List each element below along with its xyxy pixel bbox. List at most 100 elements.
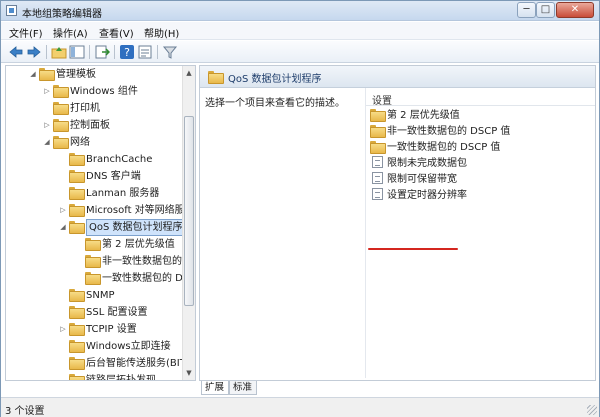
tree-item-network[interactable]: ◢ 网络: [42, 134, 90, 151]
details-header: QoS 数据包计划程序: [200, 66, 595, 88]
tree-item-label: 第 2 层优先级值: [102, 239, 175, 250]
window-title: 本地组策略编辑器: [22, 9, 102, 20]
folder-icon: [69, 288, 85, 302]
tree-item-label: SNMP: [86, 290, 115, 301]
setting-row-layer2-priority[interactable]: 第 2 层优先级值: [368, 108, 460, 124]
collapse-arrow-icon[interactable]: ◢: [58, 219, 68, 236]
tree-item-label: Microsoft 对等网络服务: [86, 205, 195, 216]
folder-icon: [69, 356, 85, 370]
tree-item-dns-client[interactable]: DNS 客户端: [58, 168, 141, 185]
description-text: 选择一个项目来查看它的描述。: [205, 98, 345, 109]
setting-row-limit-outstanding-packets[interactable]: 限制未完成数据包: [368, 156, 467, 172]
back-arrow-icon[interactable]: [8, 44, 24, 60]
main-window: 本地组策略编辑器 ─ □ ✕ 文件(F) 操作(A) 查看(V) 帮助(H) ?: [0, 0, 600, 417]
scroll-down-icon[interactable]: ▼: [183, 367, 195, 379]
tree-item-printers[interactable]: 打印机: [42, 100, 100, 117]
resize-grip-icon[interactable]: [587, 405, 597, 415]
setting-row-nonconforming-dscp[interactable]: 非一致性数据包的 DSCP 值: [368, 124, 510, 140]
scrollbar-thumb[interactable]: [184, 116, 194, 306]
column-header-label: 设置: [372, 96, 392, 107]
folder-icon: [370, 140, 386, 154]
tree-item-windows-components[interactable]: ▷ Windows 组件: [42, 83, 138, 100]
tree-item-label: Lanman 服务器: [86, 188, 160, 199]
column-header-setting[interactable]: 设置: [366, 88, 595, 107]
tree-item-windows-connect-now[interactable]: Windows立即连接: [58, 338, 171, 355]
tree-item-ssl-settings[interactable]: SSL 配置设置: [58, 304, 147, 321]
setting-label: 限制可保留带宽: [387, 174, 457, 185]
setting-row-limit-reservable-bandwidth[interactable]: 限制可保留带宽: [368, 172, 457, 188]
scroll-up-icon[interactable]: ▲: [183, 67, 195, 79]
folder-icon: [69, 322, 85, 336]
tree-item-branchcache[interactable]: BranchCache: [58, 151, 152, 168]
filter-icon[interactable]: [162, 44, 178, 60]
expand-arrow-icon[interactable]: ▷: [42, 117, 52, 134]
folder-icon: [69, 186, 85, 200]
tree-item-label: BranchCache: [86, 154, 153, 165]
folder-icon: [208, 71, 224, 84]
tree-item-bits[interactable]: 后台智能传送服务(BITS): [58, 355, 196, 372]
tree-item-label: SSL 配置设置: [86, 307, 148, 318]
forward-arrow-icon[interactable]: [26, 44, 42, 60]
minimize-button[interactable]: ─: [517, 2, 536, 18]
tab-extended[interactable]: 扩展: [201, 381, 229, 395]
folder-icon: [53, 135, 69, 149]
tree-item-label: 管理模板: [56, 69, 96, 80]
svg-text:?: ?: [124, 46, 130, 59]
menu-help[interactable]: 帮助(H): [144, 25, 179, 40]
tree-item-nonconforming-dscp[interactable]: 非一致性数据包的 DSCP 值: [74, 253, 195, 270]
tree-item-tcpip-settings[interactable]: ▷ TCPIP 设置: [58, 321, 137, 338]
tree-item-label: DNS 客户端: [86, 171, 141, 182]
collapse-arrow-icon[interactable]: ◢: [42, 134, 52, 151]
tree-item-snmp[interactable]: SNMP: [58, 287, 115, 304]
setting-row-conforming-dscp[interactable]: 一致性数据包的 DSCP 值: [368, 140, 500, 156]
status-bar: 3 个设置: [1, 397, 599, 417]
toolbar-separator: [157, 45, 158, 59]
show-hide-tree-icon[interactable]: [69, 44, 85, 60]
tab-standard[interactable]: 标准: [229, 381, 257, 395]
tree-item-microsoft-peer-network[interactable]: ▷ Microsoft 对等网络服务: [58, 202, 195, 219]
menu-view[interactable]: 查看(V): [99, 25, 134, 40]
folder-icon: [69, 220, 85, 234]
tree-item-conforming-dscp[interactable]: 一致性数据包的 DSCP 值: [74, 270, 195, 287]
maximize-button[interactable]: □: [536, 2, 555, 18]
menu-action[interactable]: 操作(A): [53, 25, 88, 40]
policy-setting-icon: [372, 188, 383, 200]
folder-icon: [53, 118, 69, 132]
expand-arrow-icon[interactable]: ▷: [58, 321, 68, 338]
folder-icon: [69, 373, 85, 380]
setting-label: 设置定时器分辨率: [387, 190, 467, 201]
toolbar: ?: [1, 41, 599, 63]
close-button[interactable]: ✕: [556, 2, 594, 18]
policy-setting-icon: [372, 172, 383, 184]
details-pane: QoS 数据包计划程序 选择一个项目来查看它的描述。 设置 第 2 层优先级值 …: [199, 65, 596, 381]
tree-pane[interactable]: ◢ 管理模板 ▷ Windows 组件 打印机 ▷ 控制面板 ◢ 网络 BranchCa…: [5, 65, 196, 381]
app-icon: [6, 5, 17, 16]
setting-label: 限制未完成数据包: [387, 158, 467, 169]
tree-item-lanman-server[interactable]: Lanman 服务器: [58, 185, 159, 202]
collapse-arrow-icon[interactable]: ◢: [28, 66, 38, 83]
expand-arrow-icon[interactable]: ▷: [42, 83, 52, 100]
tree-scrollbar[interactable]: ▲ ▼: [182, 66, 195, 380]
expand-arrow-icon[interactable]: ▷: [58, 202, 68, 219]
tree-item-label: Windows立即连接: [86, 341, 171, 352]
folder-icon: [53, 101, 69, 115]
tree-item-label: TCPIP 设置: [86, 324, 137, 335]
tree-item-qos-packet-scheduler[interactable]: ◢ QoS 数据包计划程序: [58, 219, 186, 236]
menu-file[interactable]: 文件(F): [9, 25, 43, 40]
tree-item-layer2-priority[interactable]: 第 2 层优先级值: [74, 236, 175, 253]
title-bar[interactable]: 本地组策略编辑器 ─ □ ✕: [1, 1, 599, 21]
help-icon[interactable]: ?: [119, 44, 135, 60]
tree-item-control-panel[interactable]: ▷ 控制面板: [42, 117, 110, 134]
folder-icon: [370, 108, 386, 122]
folder-icon: [69, 305, 85, 319]
properties-icon[interactable]: [137, 44, 153, 60]
up-folder-icon[interactable]: [51, 44, 67, 60]
tree-item-label: 控制面板: [70, 120, 110, 131]
tree-item-link-layer-topology[interactable]: 链路层拓扑发现: [58, 372, 156, 380]
tree-item-admin-templates[interactable]: ◢ 管理模板: [28, 66, 96, 83]
setting-row-timer-resolution[interactable]: 设置定时器分辨率: [368, 188, 467, 204]
tree-item-label: 后台智能传送服务(BITS): [86, 358, 196, 369]
folder-icon: [85, 271, 101, 285]
export-list-icon[interactable]: [94, 44, 110, 60]
folder-icon: [85, 254, 101, 268]
